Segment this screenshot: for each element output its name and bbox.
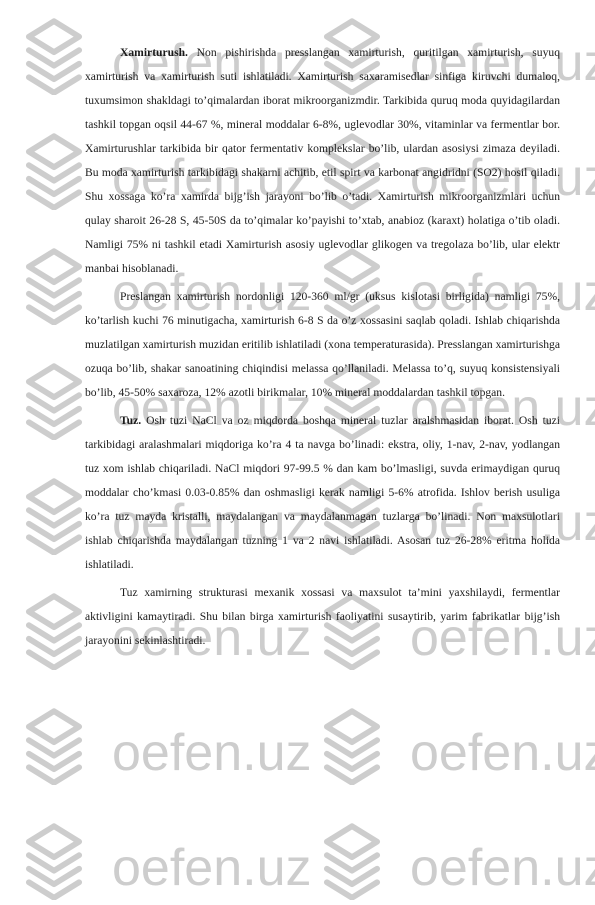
watermark-logo-icon [25, 822, 83, 901]
watermark-logo-icon [25, 592, 83, 671]
watermark-text: oefen.uz [112, 839, 312, 897]
watermark-text: oefen.uz [410, 839, 595, 897]
watermark-text: oefen.uz [112, 724, 312, 782]
watermark-logo-icon [25, 17, 83, 96]
watermark-logo-icon [25, 132, 83, 211]
paragraph-yeast-text: Non pishirishda presslangan xamirturish,… [85, 46, 560, 275]
paragraph-salt-text: Osh tuzi NaCl va oz miqdorda boshqa mine… [85, 414, 560, 571]
watermark-text: oefen.uz [410, 724, 595, 782]
document-body: Xamirturush. Non pishirishda presslangan… [85, 41, 560, 653]
watermark-logo-icon [25, 362, 83, 441]
paragraph-pressed-yeast: Preslangan xamirturish nordonligi 120-36… [85, 285, 560, 405]
paragraph-salt: Tuz. Osh tuzi NaCl va oz miqdorda boshqa… [85, 409, 560, 577]
watermark-logo-icon [25, 707, 83, 786]
watermark-logo-icon [323, 822, 381, 901]
paragraph-pressed-yeast-text: Preslangan xamirturish nordonligi 120-36… [85, 290, 560, 399]
watermark-logo-icon [25, 247, 83, 326]
watermark-logo-icon [25, 477, 83, 556]
watermark-logo-icon [323, 707, 381, 786]
paragraph-salt-effects: Tuz xamirning strukturasi mexanik xossas… [85, 581, 560, 653]
paragraph-yeast-heading: Xamirturush. [120, 46, 188, 59]
paragraph-salt-effects-text: Tuz xamirning strukturasi mexanik xossas… [85, 586, 560, 647]
paragraph-salt-heading: Tuz. [120, 414, 142, 427]
paragraph-yeast: Xamirturush. Non pishirishda presslangan… [85, 41, 560, 281]
